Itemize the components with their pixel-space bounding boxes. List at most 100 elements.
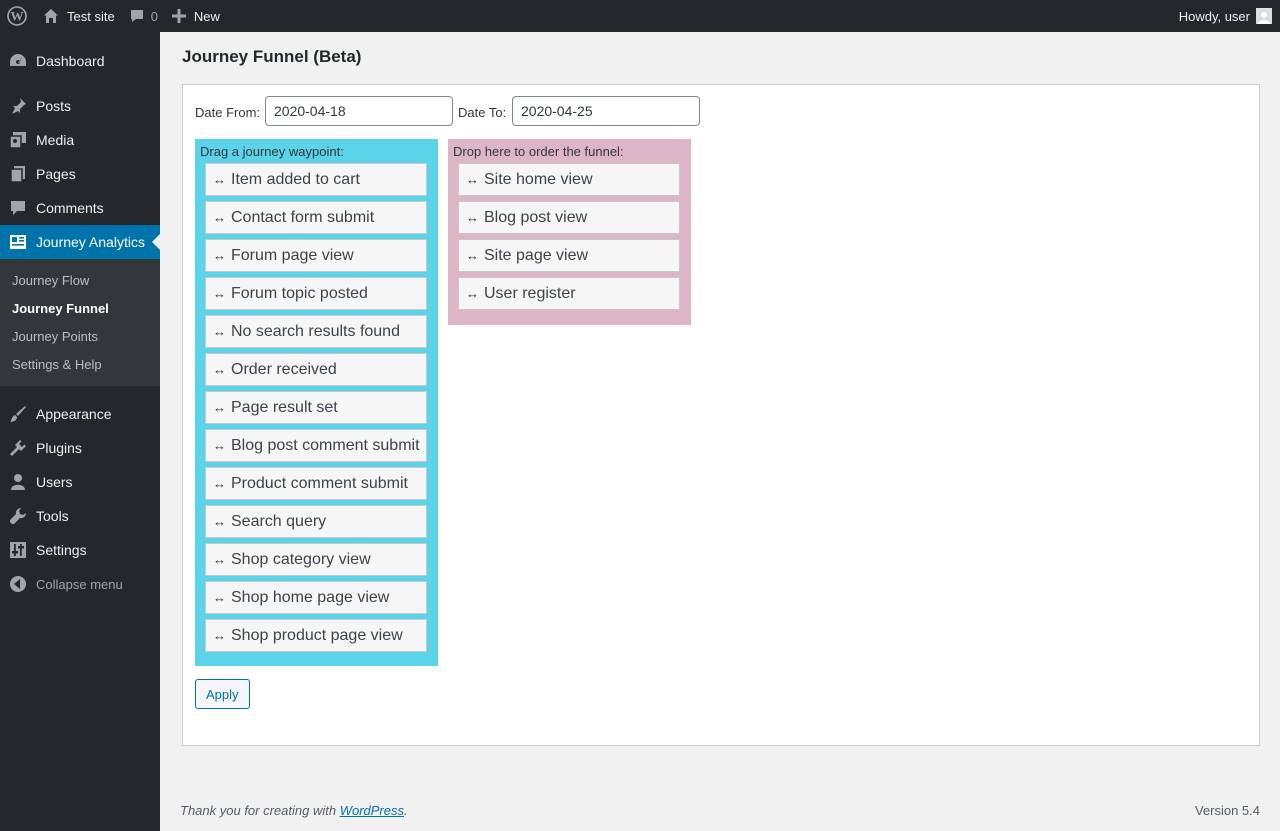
user-icon	[0, 473, 36, 491]
waypoint-label: Order received	[231, 360, 337, 378]
menu-posts[interactable]: Posts	[0, 89, 160, 123]
drag-handle-icon: ↔	[466, 286, 479, 301]
date-to-input[interactable]	[512, 96, 700, 126]
source-waypoint-list: ↔ Item added to cart ↔ Contact form submit ↔…	[205, 163, 428, 652]
waypoint-item[interactable]: ↔ Product comment submit	[205, 467, 427, 500]
menu-label: Posts	[36, 98, 72, 114]
waypoint-item[interactable]: ↔ Order received	[205, 353, 427, 386]
date-from-input[interactable]	[265, 96, 453, 126]
submenu-label: Journey Funnel	[12, 300, 109, 316]
page-title: Journey Funnel (Beta)	[182, 47, 362, 66]
drag-handle-icon: ↔	[213, 552, 226, 567]
waypoint-label: No search results found	[231, 322, 400, 340]
analytics-icon	[0, 233, 36, 251]
menu-media[interactable]: Media	[0, 123, 160, 157]
funnel-drop-zone[interactable]: Drop here to order the funnel: ↔ Site hom…	[448, 139, 691, 325]
waypoint-item[interactable]: ↔ Search query	[205, 505, 427, 538]
comments-count: 0	[150, 8, 158, 24]
target-zone-label: Drop here to order the funnel:	[453, 144, 624, 159]
footer-version: Version 5.4	[1194, 803, 1260, 818]
footer-thanks-text: Thank you for creating with	[180, 803, 340, 818]
waypoint-label: Page result set	[231, 398, 338, 416]
waypoint-label: Shop home page view	[231, 588, 390, 606]
submenu-settings-help[interactable]: Settings & Help	[0, 350, 160, 378]
menu-settings[interactable]: Settings	[0, 533, 160, 567]
menu-pages[interactable]: Pages	[0, 157, 160, 191]
menu-plugins[interactable]: Plugins	[0, 431, 160, 465]
menu-dashboard[interactable]: Dashboard	[0, 44, 160, 78]
admin-sidebar: Dashboard Posts Media Pages Comments Jou…	[0, 32, 160, 831]
waypoint-label: Forum page view	[231, 246, 354, 264]
waypoint-label: Blog post view	[484, 208, 588, 226]
waypoint-label: Forum topic posted	[231, 284, 368, 302]
waypoint-item[interactable]: ↔ Contact form submit	[205, 201, 427, 234]
drag-handle-icon: ↔	[213, 514, 226, 529]
waypoint-label: Shop product page view	[231, 626, 403, 644]
waypoint-item[interactable]: ↔ Shop home page view	[205, 581, 427, 614]
plugin-icon	[0, 439, 36, 457]
waypoint-item[interactable]: ↔ User register	[458, 277, 680, 310]
menu-label: Dashboard	[36, 53, 105, 69]
menu-label: Journey Analytics	[36, 234, 145, 250]
menu-label: Appearance	[36, 406, 112, 422]
menu-appearance[interactable]: Appearance	[0, 397, 160, 431]
comments-link[interactable]: 0	[122, 0, 165, 32]
drag-handle-icon: ↔	[213, 324, 226, 339]
collapse-label: Collapse menu	[36, 576, 123, 592]
menu-label: Media	[36, 132, 75, 148]
new-content-link[interactable]: New	[165, 0, 227, 32]
waypoint-item[interactable]: ↔ Item added to cart	[205, 163, 427, 196]
menu-label: Comments	[36, 200, 104, 216]
menu-tools[interactable]: Tools	[0, 499, 160, 533]
site-name-link[interactable]: Test site	[36, 0, 122, 32]
menu-journey-analytics[interactable]: Journey Analytics	[0, 225, 160, 259]
menu-label: Tools	[36, 508, 69, 524]
waypoint-label: User register	[484, 284, 576, 302]
submenu-journey-flow[interactable]: Journey Flow	[0, 266, 160, 294]
admin-bar: W Test site 0 New Howdy, user	[0, 0, 1280, 32]
waypoint-source-zone[interactable]: Drag a journey waypoint: ↔ Item added to …	[195, 139, 438, 666]
my-account-link[interactable]: Howdy, user	[1172, 0, 1280, 32]
new-label: New	[193, 8, 220, 24]
waypoint-item[interactable]: ↔ Shop product page view	[205, 619, 427, 652]
drag-handle-icon: ↔	[213, 438, 226, 453]
plus-icon	[171, 9, 186, 23]
waypoint-item[interactable]: ↔ No search results found	[205, 315, 427, 348]
waypoint-label: Item added to cart	[231, 170, 360, 188]
waypoint-item[interactable]: ↔ Blog post comment submit	[205, 429, 427, 462]
waypoint-item[interactable]: ↔ Site home view	[458, 163, 680, 196]
greeting: Howdy, user	[1178, 8, 1250, 24]
waypoint-item[interactable]: ↔ Blog post view	[458, 201, 680, 234]
pages-icon	[0, 165, 36, 183]
media-icon	[0, 131, 36, 149]
waypoint-label: Product comment submit	[231, 474, 408, 492]
submenu-journey-points[interactable]: Journey Points	[0, 322, 160, 350]
wordpress-logo-icon[interactable]: W	[0, 0, 34, 32]
waypoint-item[interactable]: ↔ Forum page view	[205, 239, 427, 272]
menu-label: Settings	[36, 542, 87, 558]
submenu-label: Journey Points	[12, 328, 98, 344]
waypoint-label: Contact form submit	[231, 208, 375, 226]
waypoint-item[interactable]: ↔ Shop category view	[205, 543, 427, 576]
submenu-journey-funnel[interactable]: Journey Funnel	[0, 294, 160, 322]
pin-icon	[0, 97, 36, 115]
avatar	[1256, 8, 1272, 24]
menu-users[interactable]: Users	[0, 465, 160, 499]
wordpress-link[interactable]: WordPress	[340, 803, 404, 818]
collapse-menu-button[interactable]: Collapse menu	[0, 567, 160, 601]
waypoint-label: Blog post comment submit	[231, 436, 420, 454]
waypoint-item[interactable]: ↔ Page result set	[205, 391, 427, 424]
waypoint-item[interactable]: ↔ Site page view	[458, 239, 680, 272]
drag-handle-icon: ↔	[213, 476, 226, 491]
collapse-arrow-icon	[0, 575, 36, 593]
waypoint-item[interactable]: ↔ Forum topic posted	[205, 277, 427, 310]
journey-submenu: Journey Flow Journey Funnel Journey Poin…	[0, 259, 160, 386]
menu-comments[interactable]: Comments	[0, 191, 160, 225]
drag-handle-icon: ↔	[213, 362, 226, 377]
drag-handle-icon: ↔	[466, 210, 479, 225]
waypoint-label: Site page view	[484, 246, 589, 264]
drag-handle-icon: ↔	[466, 248, 479, 263]
menu-label: Pages	[36, 166, 76, 182]
brush-icon	[0, 405, 36, 423]
apply-button[interactable]: Apply	[195, 679, 250, 709]
